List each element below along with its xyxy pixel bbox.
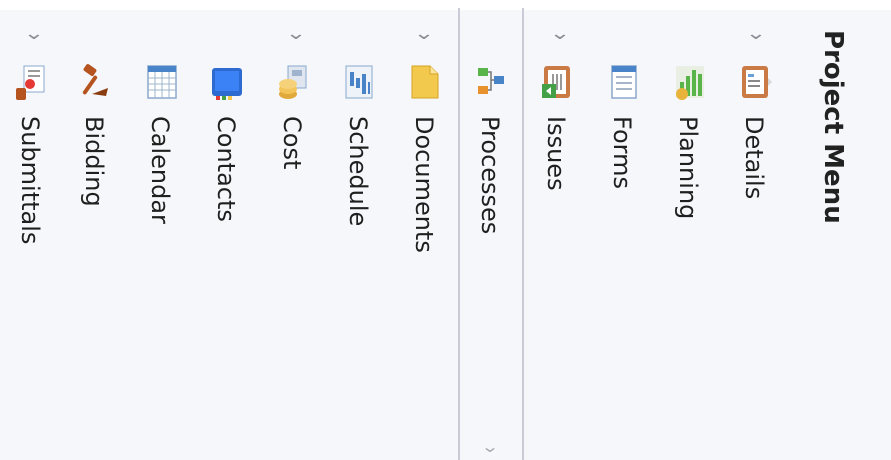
menu-item-cost[interactable]: Cost [276,0,316,460]
project-menu-title: Project Menu [818,30,848,224]
menu-item-calendar[interactable]: Calendar [144,0,184,460]
menu-item-issues[interactable]: Issues [540,0,580,460]
bidding-icon [78,60,112,104]
processes-icon [474,60,508,104]
menu-item-label: Submittals [16,116,44,245]
menu-item-documents[interactable]: Documents [408,0,448,460]
menu-item-label: Issues [542,116,570,191]
menu-item-label: Details [740,116,768,200]
details-icon [738,60,772,104]
menu-item-schedule[interactable]: Schedule [342,0,382,460]
menu-item-submittals[interactable]: Submittals [14,0,54,460]
issues-icon [540,60,574,104]
submittals-icon [14,60,48,104]
menu-item-label: Forms [608,116,636,189]
menu-item-label: Cost [278,116,306,170]
menu-item-label: Schedule [344,116,372,227]
section-divider [458,8,460,460]
menu-item-contacts[interactable]: Contacts [210,0,250,460]
menu-item-label: Processes [476,116,504,235]
menu-item-details[interactable]: Details [738,0,778,460]
menu-item-planning[interactable]: Planning [672,0,712,460]
planning-icon [672,60,706,104]
section-divider [522,8,524,460]
cost-icon [276,60,310,104]
menu-item-processes[interactable]: Processes [474,0,514,460]
schedule-icon [342,60,376,104]
menu-item-label: Calendar [146,116,174,224]
menu-item-label: Planning [674,116,702,220]
forms-icon [606,60,640,104]
documents-icon [408,60,442,104]
menu-item-label: Bidding [80,116,108,207]
calendar-icon [144,60,178,104]
menu-item-forms[interactable]: Forms [606,0,646,460]
menu-item-label: Contacts [212,116,240,222]
menu-item-label: Documents [410,116,438,253]
contacts-icon [210,60,244,104]
menu-item-bidding[interactable]: Bidding [78,0,118,460]
